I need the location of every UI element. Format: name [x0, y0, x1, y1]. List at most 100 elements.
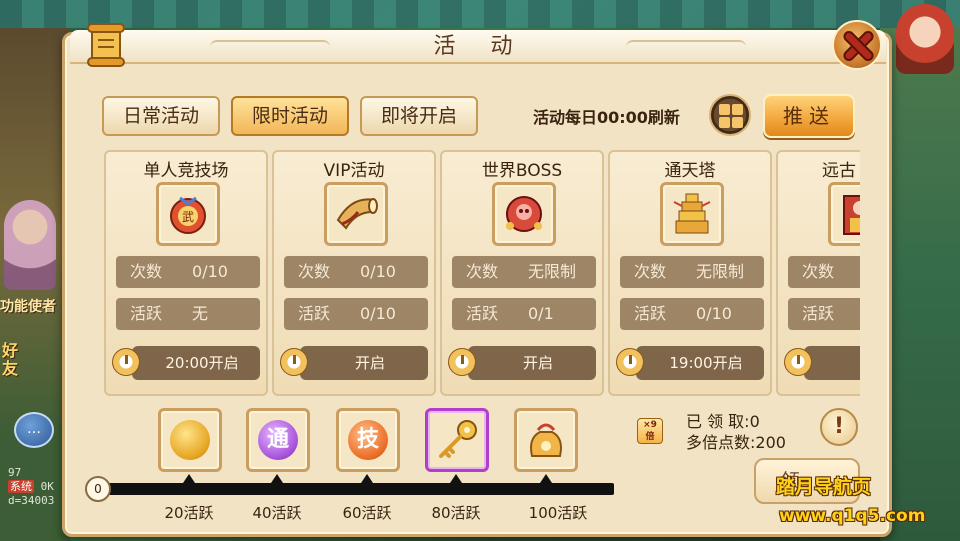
threshold-label: 100活跃	[528, 504, 588, 522]
active-label: 活跃	[466, 304, 499, 323]
active-stat: 活跃 0/10	[620, 298, 764, 330]
reward-golden-key[interactable]	[425, 408, 489, 472]
open-button[interactable]: 19:00开启	[636, 346, 764, 380]
skill-token-icon: 技	[348, 420, 388, 460]
scroll-icon	[84, 20, 128, 68]
open-row: 开启	[280, 346, 430, 380]
activity-card[interactable]: VIP活动 次数 0/10 活跃 0/10 开启	[272, 150, 436, 396]
activity-card[interactable]: 通天塔 次数 无限制 活跃 0/10 19:00开启	[608, 150, 772, 396]
count-label: 次数	[130, 262, 163, 281]
activity-name: 通天塔	[664, 161, 716, 181]
tab-limited-activities[interactable]: 限时活动	[231, 96, 349, 136]
open-button[interactable]: 开启	[300, 346, 428, 380]
active-label: 活跃	[802, 304, 835, 323]
multiplier-icon: ×9 倍	[637, 418, 663, 444]
active-value: 0/10	[360, 304, 396, 323]
clock-icon	[280, 348, 308, 376]
meta-line-2: 0K	[40, 480, 54, 493]
count-label: 次数	[466, 262, 499, 281]
active-label: 活跃	[298, 304, 331, 323]
active-stat: 活跃 无	[116, 298, 260, 330]
threshold-label: 20活跃	[164, 504, 214, 522]
martial-pouch-icon: 武	[156, 182, 220, 246]
threshold-label: 40活跃	[252, 504, 302, 522]
activity-name: 世界BOSS	[481, 161, 563, 181]
count-stat: 次数 无限制	[620, 256, 764, 288]
background-roof	[0, 0, 960, 28]
tab-upcoming[interactable]: 即将开启	[360, 96, 478, 136]
activity-name: VIP活动	[323, 161, 385, 181]
close-button[interactable]	[832, 20, 882, 70]
clock-icon	[616, 348, 644, 376]
threshold-label: 60活跃	[342, 504, 392, 522]
open-button[interactable]: 20:00开启	[132, 346, 260, 380]
count-value: 无限制	[528, 262, 577, 281]
count-stat: 次数	[788, 256, 860, 288]
push-button[interactable]: 推送	[763, 94, 855, 138]
active-stat: 活跃 0/1	[452, 298, 596, 330]
panel-title: 活 动	[433, 34, 527, 59]
clock-icon	[784, 348, 812, 376]
chat-icon[interactable]: …	[14, 412, 54, 448]
count-stat: 次数 无限制	[452, 256, 596, 288]
count-label: 次数	[634, 262, 667, 281]
refresh-notice: 活动每日00:00刷新	[533, 108, 680, 127]
boss-icon	[492, 182, 556, 246]
count-label: 次数	[802, 262, 835, 281]
meta-line-1: 97	[8, 466, 22, 479]
progress-tick	[361, 474, 373, 483]
active-stat: 活跃 0/10	[284, 298, 428, 330]
friends-label[interactable]: 好友	[2, 342, 32, 378]
open-button[interactable]: 开启	[468, 346, 596, 380]
tong-token-icon: 通	[258, 420, 298, 460]
watermark-url: www.q1q5.com	[779, 506, 926, 526]
treasure-bag-icon	[530, 423, 562, 457]
active-label: 活跃	[130, 304, 163, 323]
activity-name: 单人竞技场	[143, 161, 229, 181]
progress-tick	[450, 474, 462, 483]
active-stat: 活跃	[788, 298, 860, 330]
reward-treasure-bag[interactable]	[514, 408, 578, 472]
count-value: 0/10	[192, 262, 228, 281]
reward-skill-token[interactable]: 技	[336, 408, 400, 472]
activity-name: 远古	[822, 161, 856, 181]
count-label: 次数	[298, 262, 331, 281]
horn-icon	[324, 182, 388, 246]
count-stat: 次数 0/10	[116, 256, 260, 288]
function-envoy-label: 功能使者	[0, 299, 56, 315]
count-value: 无限制	[696, 262, 745, 281]
activity-card[interactable]: 远古 次数 活跃	[776, 150, 860, 396]
threshold-label: 80活跃	[431, 504, 481, 522]
activity-card-list[interactable]: 单人竞技场 武 次数 0/10 活跃 无 20:00开启 VIP活动 次数 0/10	[100, 146, 860, 400]
grid-view-icon[interactable]	[709, 94, 751, 136]
meta-line-3: d=34003	[8, 494, 55, 507]
open-row	[784, 346, 860, 380]
clock-icon	[448, 348, 476, 376]
count-stat: 次数 0/10	[284, 256, 428, 288]
active-label: 活跃	[634, 304, 667, 323]
progress-tick	[271, 474, 283, 483]
reward-tong-token[interactable]: 通	[246, 408, 310, 472]
activity-progress-bar	[96, 483, 614, 495]
open-row: 19:00开启	[616, 346, 766, 380]
ancient-warrior-icon	[828, 182, 860, 246]
info-button[interactable]: !	[820, 408, 858, 446]
open-row: 开启	[448, 346, 598, 380]
activity-card[interactable]: 世界BOSS 次数 无限制 活跃 0/1 开启	[440, 150, 604, 396]
reward-gold-coin[interactable]	[158, 408, 222, 472]
open-row: 20:00开启	[112, 346, 262, 380]
progress-tick	[183, 474, 195, 483]
activity-card[interactable]: 单人竞技场 武 次数 0/10 活跃 无 20:00开启	[104, 150, 268, 396]
open-button[interactable]	[804, 346, 860, 380]
function-envoy-figure[interactable]	[4, 200, 56, 290]
progress-tick	[540, 474, 552, 483]
progress-current-value: 0	[85, 476, 111, 502]
active-value: 0/10	[696, 304, 732, 323]
system-badge: 系统	[8, 480, 34, 493]
watermark-title: 踏月导航页	[776, 476, 872, 498]
active-value: 无	[192, 304, 209, 323]
tab-daily-activities[interactable]: 日常活动	[102, 96, 220, 136]
active-value: 0/1	[528, 304, 554, 323]
system-meta: 97 系统 0K d=34003	[8, 466, 54, 508]
count-value: 0/10	[360, 262, 396, 281]
